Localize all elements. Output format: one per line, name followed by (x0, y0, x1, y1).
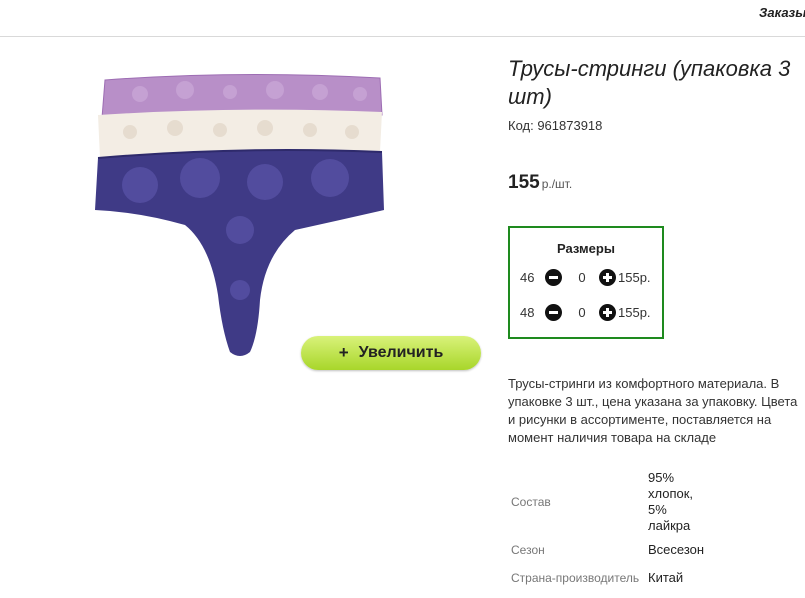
attribute-label-country: Страна-производитель (511, 571, 640, 585)
size-label: 48 (520, 305, 535, 320)
attribute-label-season: Сезон (511, 543, 545, 557)
sizes-title: Размеры (557, 241, 615, 256)
quantity-value: 0 (578, 270, 586, 285)
increase-quantity-icon[interactable] (599, 269, 616, 286)
zoom-button[interactable]: + Увеличить (301, 336, 481, 370)
attribute-value-composition: 95% хлопок, 5% лайкра (648, 470, 694, 533)
product-description: Трусы-стринги из комфортного материала. … (508, 376, 798, 445)
price-unit: р./шт. (541, 177, 573, 191)
size-price: 155р. (618, 270, 651, 285)
product-price: 155 р./шт. (508, 172, 572, 194)
product-title: Трусы-стринги (упаковка 3 шт) (508, 56, 791, 109)
product-sku: Код: 961873918 (508, 118, 603, 133)
zoom-button-label: Увеличить (358, 344, 444, 361)
price-value: 155 (508, 172, 540, 193)
decrease-quantity-icon[interactable] (545, 269, 562, 286)
size-row-48: 48 0 155р. (520, 303, 660, 323)
orders-link[interactable]: Заказы (759, 5, 805, 20)
increase-quantity-icon[interactable] (599, 304, 616, 321)
attribute-label-composition: Состав (511, 495, 551, 509)
product-image[interactable] (90, 70, 390, 360)
decrease-quantity-icon[interactable] (545, 304, 562, 321)
attribute-value-season: Всесезон (648, 542, 705, 557)
size-price: 155р. (618, 305, 651, 320)
size-label: 46 (520, 270, 535, 285)
top-bar: Заказы (0, 0, 805, 37)
size-row-46: 46 0 155р. (520, 268, 660, 288)
plus-icon: + (338, 343, 349, 362)
sizes-panel: Размеры 46 0 155р. 48 0 155р. (508, 226, 664, 339)
quantity-value: 0 (578, 305, 586, 320)
attribute-value-country: Китай (648, 570, 684, 585)
